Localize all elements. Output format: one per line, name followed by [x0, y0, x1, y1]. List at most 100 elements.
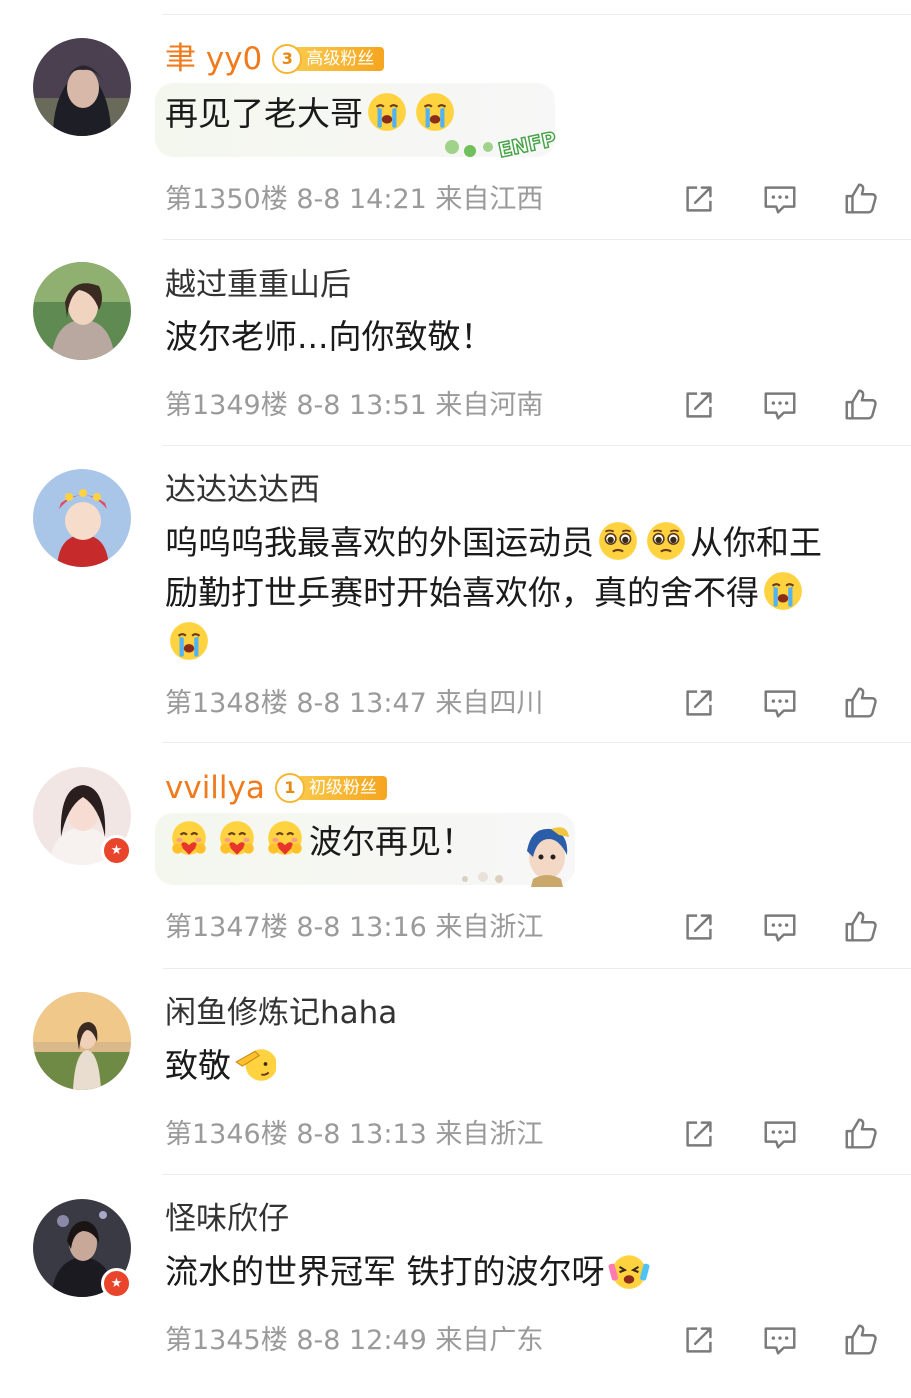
- comment-location: 来自浙江: [435, 1119, 544, 1150]
- comment-location: 来自四川: [435, 688, 544, 719]
- username-text[interactable]: vvillya: [165, 768, 265, 808]
- comment-item: 聿 yy0 3 高级粉丝 再见了老大哥 ENFP 第1350楼 8-8 14:2…: [0, 15, 911, 240]
- comment-meta: 第1350楼 8-8 14:21 来自江西: [165, 182, 543, 218]
- comment-date: 8-8 13:47: [296, 688, 427, 719]
- username-text[interactable]: 越过重重山后: [165, 265, 351, 305]
- verified-badge-icon: ★: [101, 1268, 132, 1299]
- salute-emoji: [234, 1043, 276, 1085]
- crying-emoji: [762, 570, 804, 612]
- comment-item: ★ 怪味欣仔 流水的世界冠军 铁打的波尔呀 第1345楼 8-8 12:49 来…: [0, 1175, 911, 1385]
- username[interactable]: vvillya 1 初级粉丝: [165, 768, 387, 808]
- floor-number: 第1349楼: [165, 390, 288, 421]
- comment-item: ★ vvillya 1 初级粉丝 波尔再见！ 第1347楼 8-8 13:16 …: [0, 743, 911, 969]
- comment-text-content: 波尔再见！: [309, 822, 474, 861]
- comment-icon[interactable]: [761, 684, 799, 722]
- comment-date: 8-8 13:16: [296, 912, 427, 943]
- hug-emoji: [264, 819, 306, 861]
- fan-badge-label: 初级粉丝: [296, 776, 387, 800]
- comment-text: 流水的世界冠军 铁打的波尔呀: [165, 1247, 885, 1297]
- crying-emoji: [168, 620, 210, 662]
- comment-actions: [680, 386, 880, 426]
- floor-number: 第1347楼: [165, 912, 288, 943]
- comment-text-content: 波尔老师...向你致敬！: [165, 317, 494, 356]
- like-icon[interactable]: [842, 908, 880, 946]
- like-icon[interactable]: [842, 1321, 880, 1359]
- comment-meta: 第1346楼 8-8 13:13 来自浙江: [165, 1117, 543, 1153]
- avatar[interactable]: [33, 38, 131, 136]
- fan-badge[interactable]: 3 高级粉丝: [272, 44, 385, 74]
- shocked-emoji: [608, 1249, 650, 1291]
- comment-location: 来自河南: [435, 390, 544, 421]
- comment-meta: 第1347楼 8-8 13:16 来自浙江: [165, 910, 543, 946]
- share-icon[interactable]: [680, 386, 718, 424]
- avatar[interactable]: [33, 262, 131, 360]
- verified-badge-icon: ★: [101, 835, 132, 866]
- comment-icon[interactable]: [761, 386, 799, 424]
- floor-number: 第1348楼: [165, 688, 288, 719]
- comment-meta: 第1349楼 8-8 13:51 来自河南: [165, 388, 543, 424]
- username-text[interactable]: 聿 yy0: [165, 39, 262, 79]
- fan-level-icon: 1: [274, 773, 305, 803]
- floor-number: 第1350楼: [165, 184, 288, 215]
- svg-text:ENFP: ENFP: [496, 127, 558, 161]
- comment-text-content: 励勤打世乒赛时开始喜欢你，真的舍不得: [165, 573, 759, 612]
- comment-text-content: 从你和王: [690, 523, 822, 562]
- username-text[interactable]: 达达达达西: [165, 470, 320, 510]
- comment-item: 闲鱼修炼记haha 致敬 第1346楼 8-8 13:13 来自浙江: [0, 969, 911, 1175]
- hug-emoji: [216, 819, 258, 861]
- username[interactable]: 聿 yy0 3 高级粉丝: [165, 39, 385, 79]
- avatar[interactable]: [33, 992, 131, 1090]
- comment-date: 8-8 12:49: [296, 1325, 427, 1356]
- comment-actions: [680, 1321, 880, 1361]
- username[interactable]: 达达达达西: [165, 470, 320, 510]
- bubble-decoration: ENFP: [440, 117, 570, 163]
- comment-meta: 第1345楼 8-8 12:49 来自广东: [165, 1323, 543, 1359]
- like-icon[interactable]: [842, 180, 880, 218]
- pleading-emoji: [645, 520, 687, 562]
- comment-date: 8-8 13:51: [296, 390, 427, 421]
- username[interactable]: 怪味欣仔: [165, 1199, 289, 1239]
- avatar[interactable]: [33, 469, 131, 567]
- comment-icon[interactable]: [761, 1115, 799, 1153]
- username-text[interactable]: 闲鱼修炼记haha: [165, 993, 397, 1033]
- like-icon[interactable]: [842, 386, 880, 424]
- fan-badge[interactable]: 1 初级粉丝: [274, 773, 387, 803]
- comment-actions: [680, 1115, 880, 1155]
- comment-actions: [680, 908, 880, 948]
- crying-emoji: [366, 91, 408, 133]
- comment-text-content: 流水的世界冠军 铁打的波尔呀: [165, 1252, 605, 1291]
- comment-text: 波尔老师...向你致敬！: [165, 312, 885, 362]
- share-icon[interactable]: [680, 684, 718, 722]
- username[interactable]: 越过重重山后: [165, 265, 351, 305]
- comment-icon[interactable]: [761, 1321, 799, 1359]
- floor-number: 第1346楼: [165, 1119, 288, 1150]
- comment-text: 呜呜呜我最喜欢的外国运动员 从你和王 励勤打世乒赛时开始喜欢你，真的舍不得: [165, 518, 885, 668]
- comment-text-content: 呜呜呜我最喜欢的外国运动员: [165, 523, 594, 562]
- comment-actions: [680, 180, 880, 220]
- comment-item: 越过重重山后 波尔老师...向你致敬！ 第1349楼 8-8 13:51 来自河…: [0, 240, 911, 446]
- share-icon[interactable]: [680, 1321, 718, 1359]
- comment-icon[interactable]: [761, 908, 799, 946]
- comment-text-content: 再见了老大哥: [165, 94, 363, 133]
- comment-icon[interactable]: [761, 180, 799, 218]
- like-icon[interactable]: [842, 684, 880, 722]
- like-icon[interactable]: [842, 1115, 880, 1153]
- share-icon[interactable]: [680, 908, 718, 946]
- share-icon[interactable]: [680, 1115, 718, 1153]
- comment-text: 致敬: [165, 1041, 885, 1091]
- comment-text-content: 致敬: [165, 1046, 231, 1085]
- comment-location: 来自广东: [435, 1325, 544, 1356]
- username-text[interactable]: 怪味欣仔: [165, 1199, 289, 1239]
- fan-badge-label: 高级粉丝: [294, 47, 385, 71]
- username[interactable]: 闲鱼修炼记haha: [165, 993, 397, 1033]
- comment-item: 达达达达西 呜呜呜我最喜欢的外国运动员 从你和王 励勤打世乒赛时开始喜欢你，真的舍…: [0, 446, 911, 743]
- comment-meta: 第1348楼 8-8 13:47 来自四川: [165, 686, 543, 722]
- comment-location: 来自江西: [435, 184, 544, 215]
- hug-emoji: [168, 819, 210, 861]
- comment-date: 8-8 13:13: [296, 1119, 427, 1150]
- pleading-emoji: [597, 520, 639, 562]
- bubble-decoration: [455, 821, 575, 887]
- comment-date: 8-8 14:21: [296, 184, 427, 215]
- share-icon[interactable]: [680, 180, 718, 218]
- floor-number: 第1345楼: [165, 1325, 288, 1356]
